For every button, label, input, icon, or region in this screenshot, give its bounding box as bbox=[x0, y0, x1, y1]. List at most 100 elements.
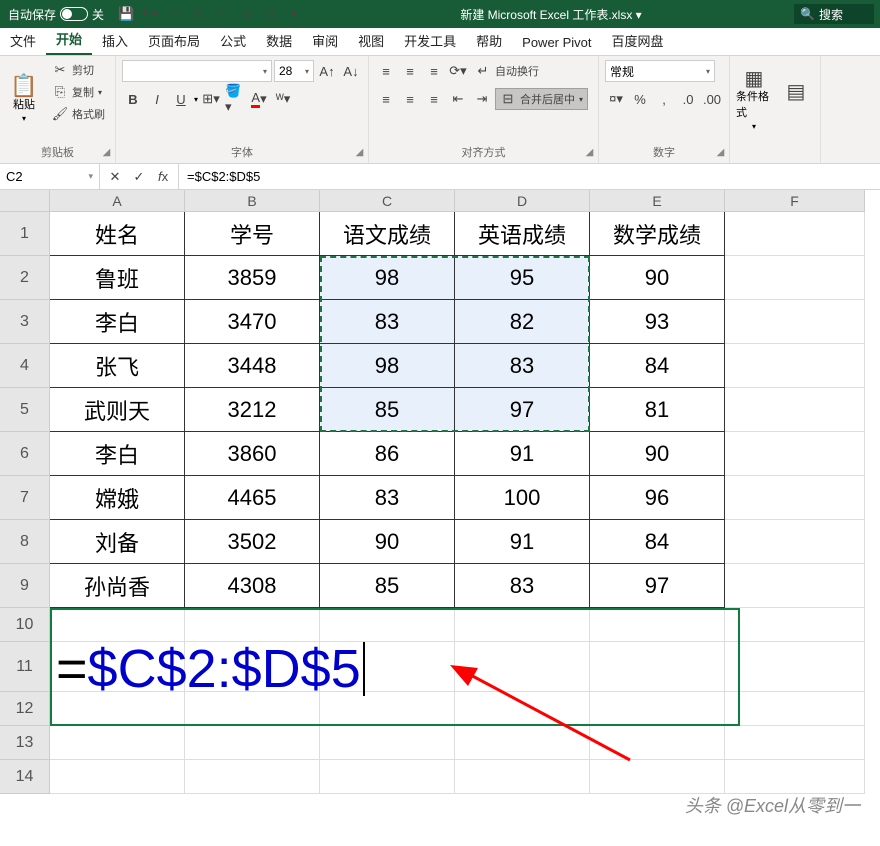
cell[interactable] bbox=[50, 760, 185, 794]
tab-review[interactable]: 审阅 bbox=[302, 26, 348, 55]
filter-icon[interactable]: ∇ bbox=[214, 6, 230, 22]
row-header[interactable]: 12 bbox=[0, 692, 50, 726]
row-header[interactable]: 13 bbox=[0, 726, 50, 760]
cell[interactable]: 100 bbox=[455, 476, 590, 520]
cell[interactable]: 嫦娥 bbox=[50, 476, 185, 520]
search-box[interactable]: 🔍 搜索 bbox=[794, 4, 874, 24]
increase-decimal-icon[interactable]: .0 bbox=[677, 88, 699, 110]
cell[interactable]: 85 bbox=[320, 564, 455, 608]
cell[interactable] bbox=[725, 760, 865, 794]
row-header[interactable]: 4 bbox=[0, 344, 50, 388]
indent-inc-icon[interactable]: ⇥ bbox=[471, 88, 493, 110]
row-header[interactable]: 14 bbox=[0, 760, 50, 794]
cell[interactable] bbox=[320, 760, 455, 794]
tab-baidu[interactable]: 百度网盘 bbox=[602, 26, 674, 55]
cell[interactable] bbox=[725, 476, 865, 520]
cell[interactable]: 91 bbox=[455, 520, 590, 564]
cell[interactable]: 3860 bbox=[185, 432, 320, 476]
cell[interactable]: 84 bbox=[590, 520, 725, 564]
cell[interactable] bbox=[725, 726, 865, 760]
decrease-decimal-icon[interactable]: .00 bbox=[701, 88, 723, 110]
cell[interactable] bbox=[725, 256, 865, 300]
tab-help[interactable]: 帮助 bbox=[466, 26, 512, 55]
conditional-format-button[interactable]: ▦ 条件格式 ▾ bbox=[736, 60, 772, 141]
cell[interactable]: 学号 bbox=[185, 212, 320, 256]
tab-dev[interactable]: 开发工具 bbox=[394, 26, 466, 55]
cell[interactable] bbox=[50, 608, 185, 642]
cell[interactable]: 83 bbox=[455, 564, 590, 608]
qat-icon-3[interactable]: ▥ bbox=[262, 6, 278, 22]
cell[interactable] bbox=[320, 726, 455, 760]
dialog-launcher-icon[interactable]: ◢ bbox=[353, 146, 366, 159]
cell[interactable]: 84 bbox=[590, 344, 725, 388]
cell[interactable]: 4308 bbox=[185, 564, 320, 608]
cancel-icon[interactable]: ✕ bbox=[104, 169, 126, 185]
col-header-B[interactable]: B bbox=[185, 190, 320, 212]
cell[interactable]: 86 bbox=[320, 432, 455, 476]
col-header-C[interactable]: C bbox=[320, 190, 455, 212]
undo-icon[interactable]: ↶▾ bbox=[142, 6, 158, 22]
cell[interactable] bbox=[590, 692, 725, 726]
cell[interactable]: 90 bbox=[590, 256, 725, 300]
qat-icon-2[interactable]: ▦ bbox=[238, 6, 254, 22]
cell[interactable]: 4465 bbox=[185, 476, 320, 520]
cell[interactable]: 81 bbox=[590, 388, 725, 432]
cell[interactable]: 3502 bbox=[185, 520, 320, 564]
cell[interactable] bbox=[725, 564, 865, 608]
tab-formulas[interactable]: 公式 bbox=[210, 26, 256, 55]
cell[interactable]: 90 bbox=[320, 520, 455, 564]
cell[interactable]: 姓名 bbox=[50, 212, 185, 256]
indent-dec-icon[interactable]: ⇤ bbox=[447, 88, 469, 110]
font-family-combo[interactable]: ▾ bbox=[122, 60, 272, 82]
row-header[interactable]: 9 bbox=[0, 564, 50, 608]
tab-data[interactable]: 数据 bbox=[256, 26, 302, 55]
col-header-A[interactable]: A bbox=[50, 190, 185, 212]
cell[interactable] bbox=[725, 300, 865, 344]
cell[interactable] bbox=[50, 726, 185, 760]
cell[interactable]: 85 bbox=[320, 388, 455, 432]
row-header[interactable]: 6 bbox=[0, 432, 50, 476]
cell[interactable] bbox=[590, 760, 725, 794]
cell[interactable]: 96 bbox=[590, 476, 725, 520]
comma-icon[interactable]: , bbox=[653, 88, 675, 110]
orientation-icon[interactable]: ⟳▾ bbox=[447, 60, 469, 82]
enter-icon[interactable]: ✓ bbox=[128, 169, 150, 185]
cell[interactable]: 3859 bbox=[185, 256, 320, 300]
cell[interactable]: 语文成绩 bbox=[320, 212, 455, 256]
cell[interactable] bbox=[455, 642, 590, 692]
underline-button[interactable]: U bbox=[170, 88, 192, 110]
cell[interactable] bbox=[185, 760, 320, 794]
cell[interactable] bbox=[455, 608, 590, 642]
tab-file[interactable]: 文件 bbox=[0, 26, 46, 55]
currency-icon[interactable]: ¤▾ bbox=[605, 88, 627, 110]
col-header-F[interactable]: F bbox=[725, 190, 865, 212]
cell[interactable] bbox=[185, 608, 320, 642]
row-header[interactable]: 3 bbox=[0, 300, 50, 344]
cell[interactable] bbox=[185, 726, 320, 760]
cell[interactable] bbox=[320, 608, 455, 642]
align-bottom-icon[interactable]: ≡ bbox=[423, 60, 445, 82]
redo-icon[interactable]: ↷ bbox=[166, 6, 182, 22]
cell[interactable]: 数学成绩 bbox=[590, 212, 725, 256]
fill-color-icon[interactable]: 🪣▾ bbox=[224, 88, 246, 110]
cell[interactable]: 82 bbox=[455, 300, 590, 344]
cell[interactable]: 97 bbox=[590, 564, 725, 608]
fx-icon[interactable]: fx bbox=[152, 169, 174, 185]
cell[interactable] bbox=[455, 760, 590, 794]
row-header[interactable]: 1 bbox=[0, 212, 50, 256]
bold-button[interactable]: B bbox=[122, 88, 144, 110]
wrap-text-button[interactable]: ↵自动换行 bbox=[471, 61, 543, 81]
cell[interactable] bbox=[455, 726, 590, 760]
cell[interactable]: 91 bbox=[455, 432, 590, 476]
cell[interactable] bbox=[590, 642, 725, 692]
col-header-E[interactable]: E bbox=[590, 190, 725, 212]
cell[interactable]: 李白 bbox=[50, 432, 185, 476]
cell[interactable]: 93 bbox=[590, 300, 725, 344]
cell[interactable]: 83 bbox=[320, 300, 455, 344]
row-header[interactable]: 11 bbox=[0, 642, 50, 692]
phonetic-icon[interactable]: ᵂ▾ bbox=[272, 88, 294, 110]
cell[interactable] bbox=[725, 344, 865, 388]
cell[interactable]: 95 bbox=[455, 256, 590, 300]
merge-center-button[interactable]: ⊟合并后居中▾ bbox=[495, 88, 588, 110]
paste-button[interactable]: 📋 粘贴 ▾ bbox=[6, 60, 42, 141]
